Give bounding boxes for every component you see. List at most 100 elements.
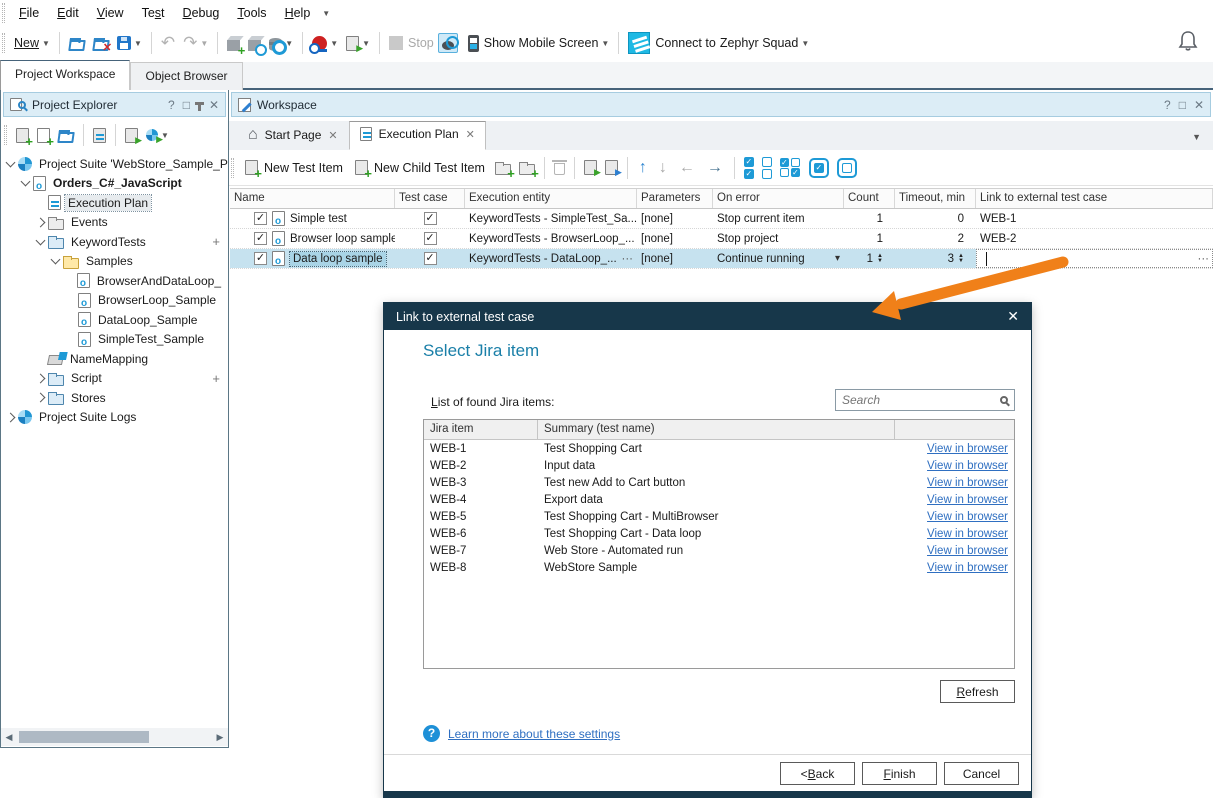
notifications-bell-icon[interactable] (1177, 29, 1199, 56)
check-selected-button[interactable]: ✓ (805, 156, 833, 180)
jira-item-row[interactable]: WEB-7Web Store - Automated runView in br… (424, 542, 1014, 559)
cell-link-external[interactable]: ··· (976, 249, 1213, 268)
cell-timeout[interactable]: 3▲▼ (895, 249, 976, 268)
tab-list-chevron-icon[interactable]: ▼ (1192, 132, 1201, 142)
cell-link-external[interactable]: WEB-2 (976, 229, 1213, 248)
uncheck-all-button[interactable] (758, 155, 776, 181)
checkbox[interactable]: ✓ (424, 232, 437, 245)
cell-name[interactable]: ✓Data loop sample (230, 249, 395, 268)
run-project-button[interactable] (121, 126, 142, 145)
cell-parameters[interactable]: [none] (637, 229, 713, 248)
add-icon[interactable]: + (212, 234, 220, 249)
new-child-group-button[interactable] (515, 158, 539, 177)
ellipsis-button[interactable]: ··· (619, 253, 634, 265)
cell-link-external[interactable]: WEB-1 (976, 209, 1213, 228)
record-button[interactable]: ▼ (308, 34, 342, 53)
move-down-icon[interactable]: ↓ (653, 159, 673, 177)
view-in-browser-link[interactable]: View in browser (895, 477, 1014, 489)
cell-parameters[interactable]: [none] (637, 249, 713, 268)
pin-icon[interactable] (198, 102, 201, 111)
menu-item-edit[interactable]: Edit (48, 2, 88, 24)
spinner-control[interactable]: ▲▼ (958, 254, 964, 264)
cell-on-error[interactable]: Stop current item (713, 209, 844, 228)
cell-test-case[interactable]: ✓ (395, 249, 465, 268)
add-new-item-button[interactable] (33, 126, 54, 145)
checkbox[interactable]: ✓ (424, 212, 437, 225)
add-icon[interactable]: + (212, 371, 220, 386)
cell-timeout[interactable]: 0 (895, 209, 976, 228)
new-button[interactable]: New ▼ (10, 34, 54, 52)
project-explorer-header[interactable]: Project Explorer ? □ ✕ (3, 92, 226, 117)
close-project-button[interactable] (89, 34, 113, 53)
dialog-close-icon[interactable]: ✕ (1007, 308, 1019, 325)
search-input[interactable] (842, 393, 1000, 407)
cell-on-error[interactable]: Stop project (713, 229, 844, 248)
jira-item-row[interactable]: WEB-5Test Shopping Cart - MultiBrowserVi… (424, 508, 1014, 525)
test-item-row[interactable]: ✓Data loop sample✓KeywordTests - DataLoo… (230, 249, 1213, 269)
cancel-button[interactable]: Cancel (944, 762, 1019, 785)
tree-item-stores[interactable]: Stores (1, 388, 228, 408)
run-selected-button[interactable] (580, 158, 601, 177)
tree-item-browseranddataloop-[interactable]: BrowserAndDataLoop_ (1, 271, 228, 291)
maximize-icon[interactable]: □ (1179, 98, 1186, 112)
learn-more-link[interactable]: Learn more about these settings (448, 727, 620, 741)
stop-button[interactable]: Stop (385, 34, 438, 52)
data-settings-button[interactable]: ▼ (265, 34, 297, 53)
jira-item-row[interactable]: WEB-8WebStore SampleView in browser (424, 559, 1014, 576)
jira-item-row[interactable]: WEB-2Input dataView in browser (424, 457, 1014, 474)
cell-count[interactable]: 1 (844, 229, 895, 248)
delete-button[interactable] (550, 158, 569, 177)
tab-project-workspace[interactable]: Project Workspace (0, 60, 130, 90)
new-group-button[interactable] (491, 158, 515, 177)
dropdown-chevron-icon[interactable]: ▾ (835, 253, 840, 264)
toolbar-grip[interactable] (2, 3, 5, 23)
add-object-button[interactable] (223, 34, 244, 53)
redo-button[interactable]: ↷▼ (179, 34, 212, 52)
check-all-button[interactable]: ✓✓ (740, 155, 758, 181)
cell-on-error[interactable]: Continue running▾ (713, 249, 844, 268)
toolbar-grip[interactable] (2, 33, 5, 53)
tree-item-namemapping[interactable]: NameMapping (1, 349, 228, 369)
view-in-browser-link[interactable]: View in browser (895, 511, 1014, 523)
column-header-on-error[interactable]: On error (713, 189, 844, 208)
cell-parameters[interactable]: [none] (637, 209, 713, 228)
run-suite-button[interactable]: ▼ (142, 127, 173, 143)
column-header-link-to-external-test-case[interactable]: Link to external test case (976, 189, 1213, 208)
tree-item-project-suite-logs[interactable]: Project Suite Logs (1, 408, 228, 428)
cell-count[interactable]: 1▲▼ (844, 249, 895, 268)
ellipsis-button[interactable]: ··· (1195, 253, 1210, 265)
menu-item-view[interactable]: View (88, 2, 133, 24)
scrollbar-thumb[interactable] (19, 731, 149, 743)
help-icon[interactable]: ? (168, 98, 175, 112)
spin-down-icon[interactable]: ▼ (877, 259, 883, 264)
tree-item-keywordtests[interactable]: KeywordTests+ (1, 232, 228, 252)
column-header-timeout-min[interactable]: Timeout, min (895, 189, 976, 208)
chevron-down-icon[interactable] (21, 177, 31, 187)
close-icon[interactable]: ✕ (209, 98, 219, 112)
jira-column-header[interactable] (895, 420, 1014, 439)
tree-item-execution-plan[interactable]: Execution Plan (1, 193, 228, 213)
column-header-parameters[interactable]: Parameters (637, 189, 713, 208)
chevron-right-icon[interactable] (36, 373, 46, 383)
open-item-button[interactable] (54, 126, 78, 145)
chevron-right-icon[interactable] (36, 217, 46, 227)
chevron-right-icon[interactable] (36, 393, 46, 403)
cell-execution-entity[interactable]: KeywordTests - BrowserLoop_... (465, 229, 637, 248)
toolbar-grip[interactable] (4, 125, 7, 145)
tree-item-orders-c-javascript[interactable]: Orders_C#_JavaScript (1, 174, 228, 194)
organize-button[interactable] (89, 126, 110, 145)
checkbox[interactable]: ✓ (254, 212, 267, 225)
spinner-control[interactable]: ▲▼ (877, 254, 883, 264)
view-in-browser-link[interactable]: View in browser (895, 443, 1014, 455)
tree-item-samples[interactable]: Samples (1, 252, 228, 272)
add-new-project-button[interactable] (12, 126, 33, 145)
invert-checks-button[interactable]: ✓✓ (776, 156, 805, 179)
tree-item-script[interactable]: Script+ (1, 369, 228, 389)
tree-item-project-suite-webstore-sample-proje[interactable]: Project Suite 'WebStore_Sample_Proje (1, 154, 228, 174)
show-mobile-screen-button[interactable]: Show Mobile Screen ▼ (464, 33, 614, 54)
map-object-button[interactable] (244, 34, 265, 53)
menu-item-tools[interactable]: Tools (228, 2, 275, 24)
search-box[interactable] (835, 389, 1015, 411)
menu-item-help[interactable]: Help (276, 2, 320, 24)
column-header-test-case[interactable]: Test case (395, 189, 465, 208)
